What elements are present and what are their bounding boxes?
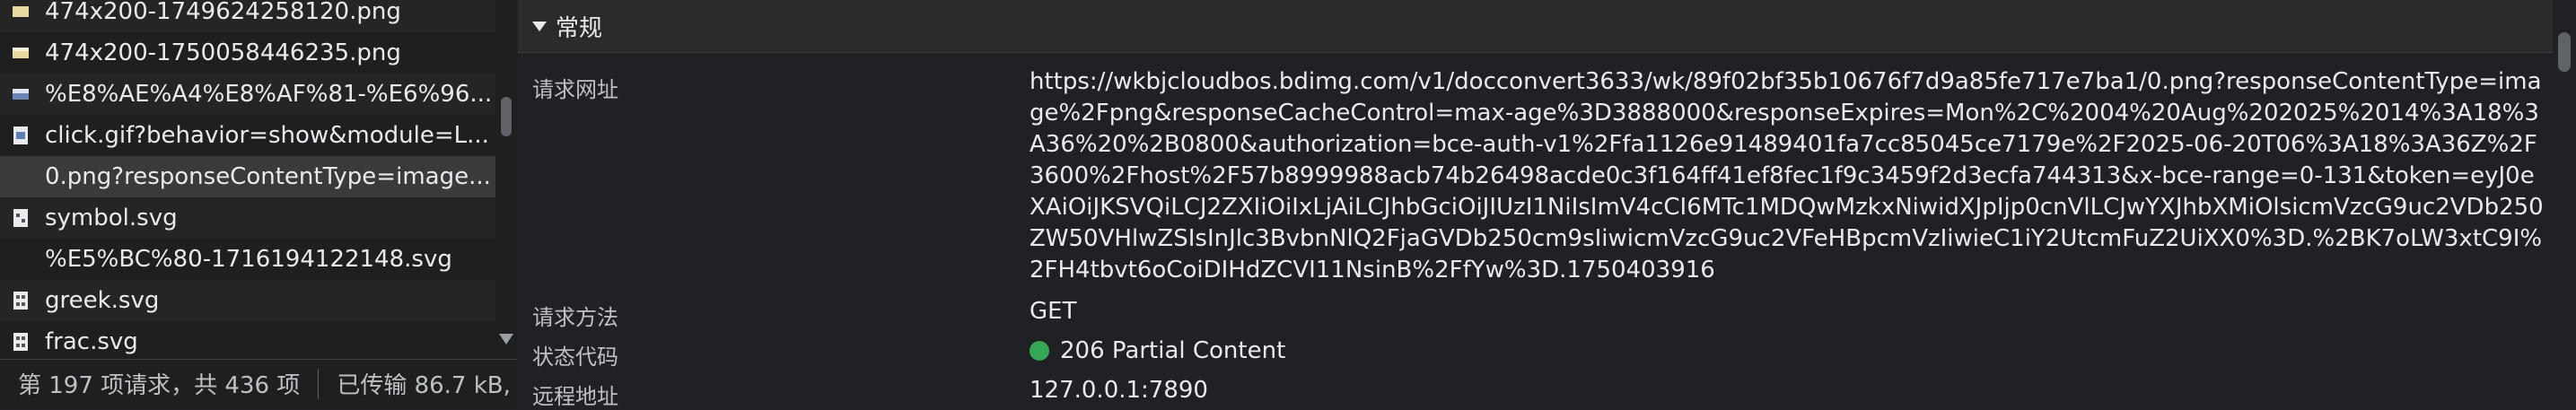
png-image-icon [11,0,31,23]
request-row[interactable]: frac.svg [0,321,495,359]
request-row[interactable]: %E5%BC%80-1716194122148.svg [0,239,495,280]
png-image-icon [11,41,31,65]
blank-file-icon [11,248,31,271]
status-success-dot-icon [1030,341,1049,361]
request-row[interactable]: symbol.svg [0,197,495,239]
request-count: 第 197 项请求，共 436 项 [18,372,301,399]
request-name: frac.svg [45,328,138,355]
remote-address-label: 远程地址 [532,384,618,409]
image-file-icon [11,83,31,106]
svg-file-icon [11,330,31,353]
request-row[interactable]: %E8%AE%A4%E8%AF%81-%E6%96... [0,74,495,115]
svg-file-icon [11,206,31,230]
gif-image-icon [11,124,31,147]
network-status-bar: 第 197 项请求，共 436 项 已传输 86.7 kB, [0,359,517,407]
request-name: greek.svg [45,287,160,314]
request-name: symbol.svg [45,205,178,231]
request-name: click.gif?behavior=show&module=L... [45,122,489,149]
status-code-text: 206 Partial Content [1060,337,1286,364]
request-row[interactable]: click.gif?behavior=show&module=L... [0,115,495,156]
request-list: 474x200-1749624258120.png 474x200-175005… [0,0,495,359]
caret-down-icon [532,21,547,31]
general-section-header[interactable]: 常规 [518,0,2576,53]
status-code-value: 206 Partial Content [1030,336,1285,367]
scrollbar-thumb[interactable] [2558,32,2571,72]
request-method-label: 请求方法 [532,305,618,330]
headers-scrollbar[interactable] [2553,0,2576,407]
svg-file-icon [11,289,31,312]
request-url-label: 请求网址 [532,77,618,102]
transferred-size: 已传输 86.7 kB, [337,372,511,399]
remote-address-value: 127.0.0.1:7890 [1030,377,1208,404]
request-name: 474x200-1750058446235.png [45,39,401,66]
headers-pane: 常规 请求网址 https://wkbjcloudbos.bdimg.com/v… [518,0,2576,409]
request-method-value: GET [1030,298,1077,325]
request-row[interactable]: 474x200-1750058446235.png [0,32,495,74]
request-name: 0.png?responseContentType=image... [45,163,491,190]
request-name: %E5%BC%80-1716194122148.svg [45,246,452,273]
request-row-selected[interactable]: 0.png?responseContentType=image... [0,156,495,197]
request-url-value: https://wkbjcloudbos.bdimg.com/v1/doccon… [1030,68,2544,284]
blank-file-icon [11,165,31,188]
request-name: 474x200-1749624258120.png [45,0,401,25]
devtools-network-panel: 474x200-1749624258120.png 474x200-175005… [0,0,2576,409]
scrollbar-thumb[interactable] [501,97,512,136]
request-row[interactable]: 474x200-1749624258120.png [0,0,495,32]
request-list-scrollbar[interactable] [495,0,517,359]
request-list-pane: 474x200-1749624258120.png 474x200-175005… [0,0,517,407]
section-title: 常规 [556,14,603,42]
status-code-label: 状态代码 [532,345,618,370]
request-row[interactable]: greek.svg [0,280,495,321]
scroll-down-arrow-icon[interactable] [499,334,513,345]
request-name: %E8%AE%A4%E8%AF%81-%E6%96... [45,81,493,108]
